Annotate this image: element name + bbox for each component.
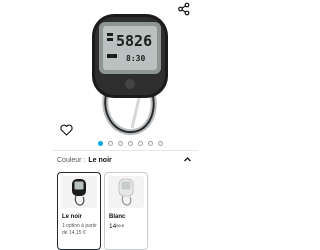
pedometer-white-thumbnail bbox=[118, 178, 134, 206]
carousel-dot[interactable] bbox=[128, 141, 133, 146]
variant-selector-header[interactable]: Couleur : Le noir bbox=[57, 153, 192, 167]
heart-icon[interactable] bbox=[60, 124, 73, 136]
swatch-price: 1499 € bbox=[109, 223, 124, 230]
pedometer-black-thumbnail bbox=[72, 179, 86, 206]
price-fraction: 99 € bbox=[116, 223, 125, 228]
swatch-name: Le noir bbox=[62, 214, 83, 220]
lcd-step-count: 5826 bbox=[116, 32, 152, 50]
carousel-dot[interactable] bbox=[148, 141, 153, 146]
divider bbox=[52, 150, 198, 151]
carousel-dot[interactable] bbox=[118, 141, 123, 146]
lcd-time: 8:30 bbox=[126, 54, 145, 63]
swatch-thumbnail bbox=[108, 176, 144, 208]
swatch-thumbnail bbox=[61, 176, 97, 208]
chevron-up-icon[interactable] bbox=[183, 155, 192, 164]
product-page: 5826 8:30 Couleur : Le noir Le noir 1 op… bbox=[0, 0, 250, 250]
image-carousel-dots bbox=[98, 141, 163, 146]
variant-label: Couleur : bbox=[57, 156, 86, 164]
swatch-name: Blanc bbox=[109, 214, 126, 220]
carousel-dot[interactable] bbox=[108, 141, 113, 146]
swatch-availability: 1 option à partir de 14,15 € bbox=[62, 223, 97, 236]
carousel-dot[interactable] bbox=[98, 141, 103, 146]
product-image[interactable]: 5826 8:30 bbox=[70, 8, 190, 136]
carousel-dot[interactable] bbox=[138, 141, 143, 146]
carousel-dot[interactable] bbox=[158, 141, 163, 146]
swatch-le-noir[interactable]: Le noir 1 option à partir de 14,15 € bbox=[57, 172, 101, 250]
variant-selected-value: Le noir bbox=[88, 156, 112, 164]
swatch-blanc[interactable]: Blanc 1499 € bbox=[104, 172, 148, 250]
